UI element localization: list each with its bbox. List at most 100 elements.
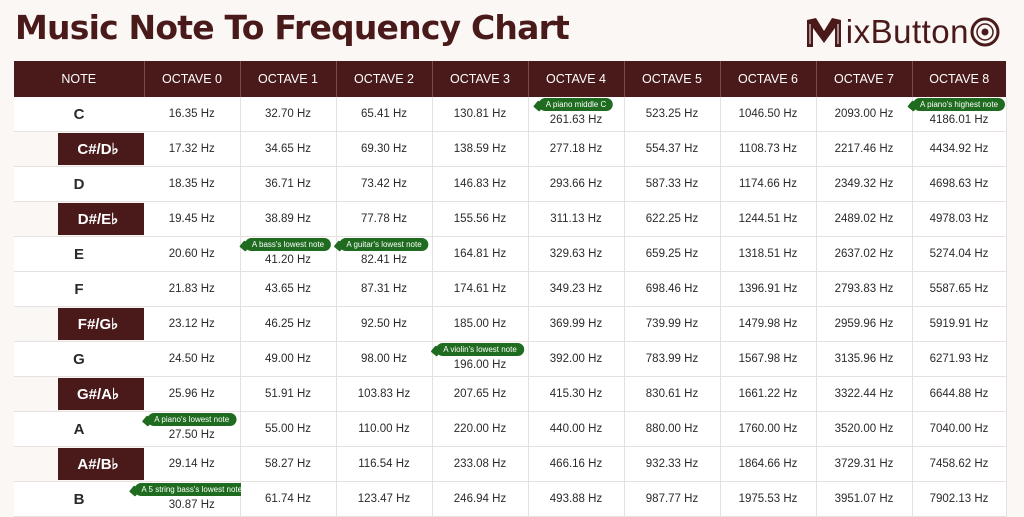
note-cell: C xyxy=(14,97,144,132)
header-octave: OCTAVE 5 xyxy=(624,61,721,97)
frequency-value: 1108.73 Hz xyxy=(739,143,797,155)
frequency-value: 164.81 Hz xyxy=(453,248,507,260)
frequency-value: 369.99 Hz xyxy=(549,318,603,330)
frequency-cell: 5274.04 Hz xyxy=(912,236,1007,272)
frequency-cell: 49.00 Hz xyxy=(240,341,337,377)
annotation-badge: A bass's lowest note xyxy=(244,238,332,251)
frequency-value: 77.78 Hz xyxy=(360,213,408,225)
frequency-cell: 369.99 Hz xyxy=(528,306,625,342)
frequency-value: 466.16 Hz xyxy=(549,458,603,470)
frequency-cell: 233.08 Hz xyxy=(432,446,529,482)
frequency-value: 1396.91 Hz xyxy=(738,283,798,295)
frequency-cell: 4978.03 Hz xyxy=(912,201,1007,237)
frequency-cell: 7458.62 Hz xyxy=(912,446,1007,482)
note-label: C#/D♭ xyxy=(58,133,144,165)
frequency-cell: 207.65 Hz xyxy=(432,376,529,412)
frequency-value: 4186.01 Hz xyxy=(929,114,989,126)
table-row: G#/A♭ 25.96 Hz 51.91 Hz 103.83 Hz 207.65 Hz 4… xyxy=(14,376,1007,412)
frequency-value: 5919.91 Hz xyxy=(929,318,989,330)
note-cell: A xyxy=(14,411,144,447)
frequency-cell: 880.00 Hz xyxy=(624,411,721,447)
frequency-value: 55.00 Hz xyxy=(264,423,312,435)
frequency-cell: 1318.51 Hz xyxy=(720,236,817,272)
frequency-cell: 739.99 Hz xyxy=(624,306,721,342)
frequency-value: 3322.44 Hz xyxy=(834,388,894,400)
annotation-badge: A guitar's lowest note xyxy=(339,238,429,251)
frequency-value: 23.12 Hz xyxy=(168,318,215,330)
header-note: NOTE xyxy=(14,61,145,97)
frequency-cell: 554.37 Hz xyxy=(624,131,721,167)
note-label: D#/E♭ xyxy=(58,203,144,235)
frequency-cell: 43.65 Hz xyxy=(240,271,337,307)
frequency-value: 3951.07 Hz xyxy=(834,493,894,505)
frequency-value: 24.50 Hz xyxy=(168,353,215,365)
frequency-value: 311.13 Hz xyxy=(550,213,602,225)
frequency-cell: A bass's lowest note 41.20 Hz xyxy=(240,236,337,272)
frequency-value: 25.96 Hz xyxy=(168,388,215,400)
frequency-cell: 19.45 Hz xyxy=(144,201,241,237)
frequency-cell: 2489.02 Hz xyxy=(816,201,913,237)
frequency-cell: 392.00 Hz xyxy=(528,341,625,377)
frequency-cell: 932.33 Hz xyxy=(624,446,721,482)
frequency-value: 6271.93 Hz xyxy=(929,353,989,365)
table-row: F 21.83 Hz 43.65 Hz 87.31 Hz 174.61 Hz 349.23… xyxy=(14,271,1007,307)
frequency-value: 4978.03 Hz xyxy=(929,213,989,225)
frequency-value: 155.56 Hz xyxy=(453,213,507,225)
table-row: B A 5 string bass's lowest note 30.87 Hz 61… xyxy=(14,481,1007,517)
header-row: NOTE OCTAVE 0 OCTAVE 1 OCTAVE 2 OCTAVE 3 OCTA… xyxy=(14,61,1006,97)
frequency-value: 5587.65 Hz xyxy=(929,283,989,295)
frequency-cell: 7040.00 Hz xyxy=(912,411,1007,447)
note-cell: D xyxy=(14,166,144,202)
frequency-value: 7040.00 Hz xyxy=(929,423,989,435)
frequency-cell: 220.00 Hz xyxy=(432,411,529,447)
frequency-value: 246.94 Hz xyxy=(453,493,507,505)
annotation-badge: A piano's highest note xyxy=(912,98,1006,111)
table-row: A#/B♭ 29.14 Hz 58.27 Hz 116.54 Hz 233.08 Hz 4… xyxy=(14,446,1007,482)
frequency-cell: 155.56 Hz xyxy=(432,201,529,237)
header-octave: OCTAVE 7 xyxy=(816,61,913,97)
frequency-cell: 1567.98 Hz xyxy=(720,341,817,377)
frequency-value: 2217.46 Hz xyxy=(834,143,894,155)
frequency-cell: 116.54 Hz xyxy=(336,446,433,482)
frequency-cell: 164.81 Hz xyxy=(432,236,529,272)
frequency-value: 1174.66 Hz xyxy=(739,178,797,190)
frequency-cell: 466.16 Hz xyxy=(528,446,625,482)
table-row: D 18.35 Hz 36.71 Hz 73.42 Hz 146.83 Hz 293.66… xyxy=(14,166,1007,202)
frequency-value: 783.99 Hz xyxy=(645,353,699,365)
frequency-cell: 69.30 Hz xyxy=(336,131,433,167)
frequency-cell: 20.60 Hz xyxy=(144,236,241,272)
frequency-cell: 2793.83 Hz xyxy=(816,271,913,307)
frequency-cell: 1244.51 Hz xyxy=(720,201,817,237)
frequency-cell: 25.96 Hz xyxy=(144,376,241,412)
frequency-value: 329.63 Hz xyxy=(549,248,603,260)
frequency-value: 1864.66 Hz xyxy=(738,458,798,470)
frequency-table: NOTE OCTAVE 0 OCTAVE 1 OCTAVE 2 OCTAVE 3 OCTA… xyxy=(14,61,1007,517)
note-label: F xyxy=(74,280,84,298)
frequency-cell: 830.61 Hz xyxy=(624,376,721,412)
frequency-value: 698.46 Hz xyxy=(645,283,699,295)
frequency-value: 739.99 Hz xyxy=(645,318,699,330)
header-octave: OCTAVE 1 xyxy=(240,61,337,97)
frequency-value: 880.00 Hz xyxy=(645,423,699,435)
logo-vinyl-icon xyxy=(970,17,1000,47)
frequency-cell: 61.74 Hz xyxy=(240,481,337,517)
frequency-value: 185.00 Hz xyxy=(453,318,507,330)
frequency-cell: 185.00 Hz xyxy=(432,306,529,342)
table-row: G 24.50 Hz 49.00 Hz 98.00 Hz A violin's lowe… xyxy=(14,341,1007,377)
header-octave: OCTAVE 3 xyxy=(432,61,529,97)
logo-m-icon xyxy=(806,18,841,47)
mixbutton-logo: ixButton xyxy=(804,13,1000,51)
frequency-value: 69.30 Hz xyxy=(360,143,408,155)
frequency-cell: 1661.22 Hz xyxy=(720,376,817,412)
table-row: C#/D♭ 17.32 Hz 34.65 Hz 69.30 Hz 138.59 Hz 27… xyxy=(14,131,1007,167)
frequency-cell: 277.18 Hz xyxy=(528,131,625,167)
frequency-cell: 311.13 Hz xyxy=(528,201,625,237)
frequency-cell: 21.83 Hz xyxy=(144,271,241,307)
frequency-value: 61.74 Hz xyxy=(264,493,312,505)
note-cell: D#/E♭ xyxy=(14,201,144,237)
frequency-cell: 24.50 Hz xyxy=(144,341,241,377)
frequency-cell: 92.50 Hz xyxy=(336,306,433,342)
note-label: A xyxy=(73,420,85,438)
frequency-value: 220.00 Hz xyxy=(453,423,507,435)
frequency-value: 174.61 Hz xyxy=(453,283,507,295)
